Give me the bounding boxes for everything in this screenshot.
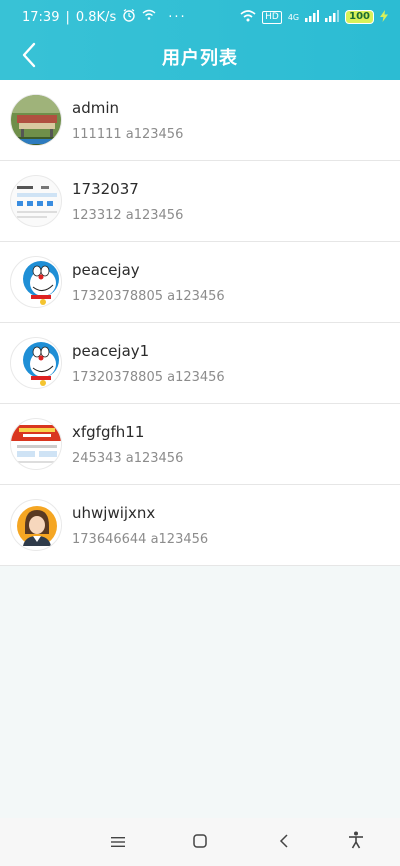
back-button[interactable] — [14, 42, 44, 72]
user-list-item[interactable]: peacejay1 17320378805 a123456 — [0, 323, 400, 404]
user-name: admin — [72, 98, 119, 117]
user-list-item[interactable]: peacejay 17320378805 a123456 — [0, 242, 400, 323]
user-list-item[interactable]: xfgfgfh11 245343 a123456 — [0, 404, 400, 485]
back-triangle-icon — [279, 833, 289, 852]
hd-badge: HD — [262, 10, 282, 24]
chevron-left-icon — [21, 42, 37, 72]
signal-icon — [305, 9, 320, 25]
status-time: 17:39 — [22, 9, 60, 25]
nav-bar: 用户列表 — [0, 34, 400, 80]
user-avatar — [10, 337, 62, 389]
user-detail: 17320378805 a123456 — [72, 369, 225, 385]
user-name: xfgfgfh11 — [72, 422, 145, 441]
home-button[interactable] — [188, 830, 212, 854]
network-type: 4G — [287, 12, 300, 22]
user-avatar — [10, 175, 62, 227]
accessibility-icon — [348, 831, 364, 853]
user-list-item[interactable]: uhwjwijxnx 173646644 a123456 — [0, 485, 400, 566]
charging-icon — [380, 9, 388, 25]
user-name: peacejay1 — [72, 341, 150, 360]
status-bar: 17:39 | 0.8K/s ··· HD 4G 100 — [0, 0, 400, 34]
wifi-small-icon — [142, 9, 156, 25]
system-back-button[interactable] — [272, 830, 296, 854]
user-detail: 111111 a123456 — [72, 126, 184, 142]
status-separator: | — [65, 9, 70, 25]
user-list-item[interactable]: 1732037 123312 a123456 — [0, 161, 400, 242]
user-name: 1732037 — [72, 179, 139, 198]
user-name: peacejay — [72, 260, 140, 279]
wifi-icon — [240, 9, 256, 25]
user-detail: 245343 a123456 — [72, 450, 184, 466]
recent-apps-button[interactable] — [106, 830, 130, 854]
accessibility-button[interactable] — [344, 830, 368, 854]
user-name: uhwjwijxnx — [72, 503, 156, 522]
status-speed: 0.8K/s — [75, 9, 117, 25]
square-icon — [193, 833, 207, 852]
menu-icon — [111, 833, 125, 852]
user-avatar — [10, 94, 62, 146]
battery-indicator: 100 — [345, 10, 374, 24]
user-detail: 173646644 a123456 — [72, 531, 209, 547]
page-title: 用户列表 — [162, 48, 238, 69]
user-list-item[interactable]: admin 111111 a123456 — [0, 80, 400, 161]
user-avatar — [10, 418, 62, 470]
user-detail: 17320378805 a123456 — [72, 288, 225, 304]
user-avatar — [10, 256, 62, 308]
user-list: admin 111111 a123456 1732037 123312 a123… — [0, 80, 400, 566]
alarm-icon — [122, 8, 136, 26]
app-header: 17:39 | 0.8K/s ··· HD 4G 100 用户列表 — [0, 0, 400, 80]
system-nav-bar — [0, 818, 400, 866]
more-status-dots: ··· — [168, 9, 187, 25]
user-detail: 123312 a123456 — [72, 207, 184, 223]
user-avatar — [10, 499, 62, 551]
signal-icon-2 — [325, 9, 340, 25]
